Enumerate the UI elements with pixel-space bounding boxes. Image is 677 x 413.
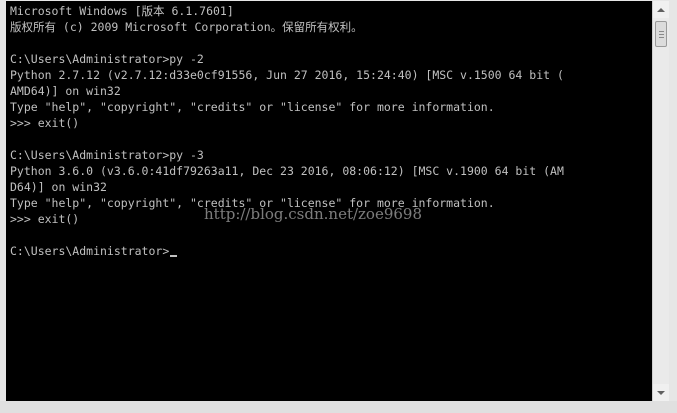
watermark: http://blog.csdn.net/zoe9698 [204,205,423,223]
text-cursor [170,255,178,257]
console-line: Python 3.6.0 (v3.6.0:41df79263a11, Dec 2… [10,164,564,178]
console-line: AMD64)] on win32 [10,84,121,98]
console-window: Microsoft Windows [版本 6.1.7601] 版权所有 (c)… [0,0,677,413]
console-line: 版权所有 (c) 2009 Microsoft Corporation。保留所有… [10,20,363,34]
console-line: D64)] on win32 [10,180,107,194]
grip-line [659,31,664,32]
arrow-up-icon [657,7,665,12]
window-frame-bottom [0,401,677,413]
grip-line [659,37,664,38]
console-output[interactable]: Microsoft Windows [版本 6.1.7601] 版权所有 (c)… [6,1,652,401]
console-prompt: C:\Users\Administrator> [10,244,170,258]
arrow-down-icon [657,390,665,395]
scroll-down-button[interactable] [653,384,669,401]
console-prompt-line[interactable]: C:\Users\Administrator> [10,243,564,259]
console-line: >>> exit() [10,116,80,130]
console-line: Microsoft Windows [版本 6.1.7601] [10,4,234,18]
console-line: Type "help", "copyright", "credits" or "… [10,100,495,114]
grip-line [659,34,664,35]
scroll-up-button[interactable] [653,1,669,18]
console-line: C:\Users\Administrator>py -2 [10,52,204,66]
console-line: C:\Users\Administrator>py -3 [10,148,204,162]
scrollbar-thumb[interactable] [655,21,667,47]
vertical-scrollbar[interactable] [652,1,669,401]
console-line: Python 2.7.12 (v2.7.12:d33e0cf91556, Jun… [10,68,564,82]
